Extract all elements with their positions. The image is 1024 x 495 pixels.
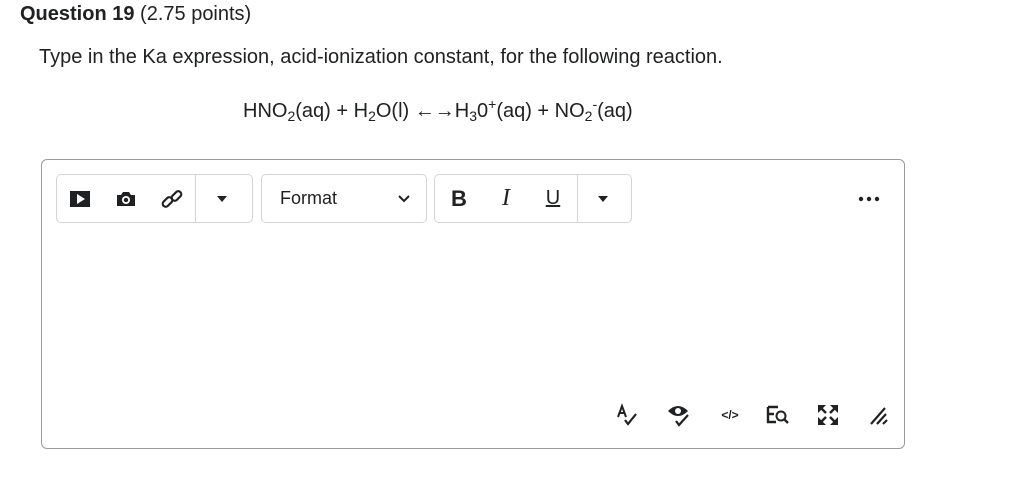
rich-text-editor[interactable]: Format B I U </> (41, 159, 905, 449)
spellcheck-button[interactable] (613, 400, 641, 430)
spellcheck-icon (617, 403, 637, 426)
italic-button[interactable]: I (483, 175, 529, 222)
accessibility-checker-icon (668, 406, 689, 427)
source-code-icon: </> (721, 408, 739, 422)
equilibrium-arrow: ←→ (414, 100, 455, 122)
more-icon (858, 196, 880, 202)
dropdown-icon (216, 195, 227, 202)
underline-button[interactable]: U (529, 175, 577, 222)
more-actions-button[interactable] (854, 189, 884, 209)
source-code-button[interactable]: </> (714, 400, 746, 430)
insert-image-button[interactable] (103, 175, 149, 222)
fullscreen-button[interactable] (814, 400, 842, 430)
question-header: Question 19 (2.75 points) (20, 2, 251, 26)
accessibility-checker-button[interactable] (665, 400, 693, 430)
insert-link-button[interactable] (149, 175, 195, 222)
preview-icon (766, 405, 789, 424)
question-points: (2.75 points) (140, 3, 252, 25)
question-number: Question 19 (20, 3, 135, 25)
resize-handle-icon (870, 407, 888, 425)
question-prompt: Type in the Ka expression, acid-ionizati… (39, 46, 723, 68)
format-select-chevron (384, 175, 424, 222)
link-icon (161, 189, 183, 208)
insert-toolbar-group (56, 174, 253, 223)
reaction-equation: HNO2(aq) + H2O(l) ←→H30+(aq) + NO2-(aq) (243, 96, 633, 124)
bold-button[interactable]: B (435, 175, 483, 222)
dropdown-icon (598, 195, 608, 202)
chevron-down-icon (398, 194, 410, 202)
format-select[interactable]: Format (261, 174, 427, 223)
text-style-more-dropdown[interactable] (578, 175, 628, 222)
insert-stuff-icon (70, 190, 90, 207)
preview-button[interactable] (764, 400, 792, 430)
resize-handle[interactable] (864, 400, 892, 430)
insert-more-dropdown[interactable] (196, 175, 247, 222)
fullscreen-icon (818, 405, 838, 425)
insert-stuff-button[interactable] (57, 175, 103, 222)
text-style-toolbar-group: B I U (434, 174, 632, 223)
format-select-label: Format (280, 188, 338, 208)
camera-icon (117, 191, 135, 206)
